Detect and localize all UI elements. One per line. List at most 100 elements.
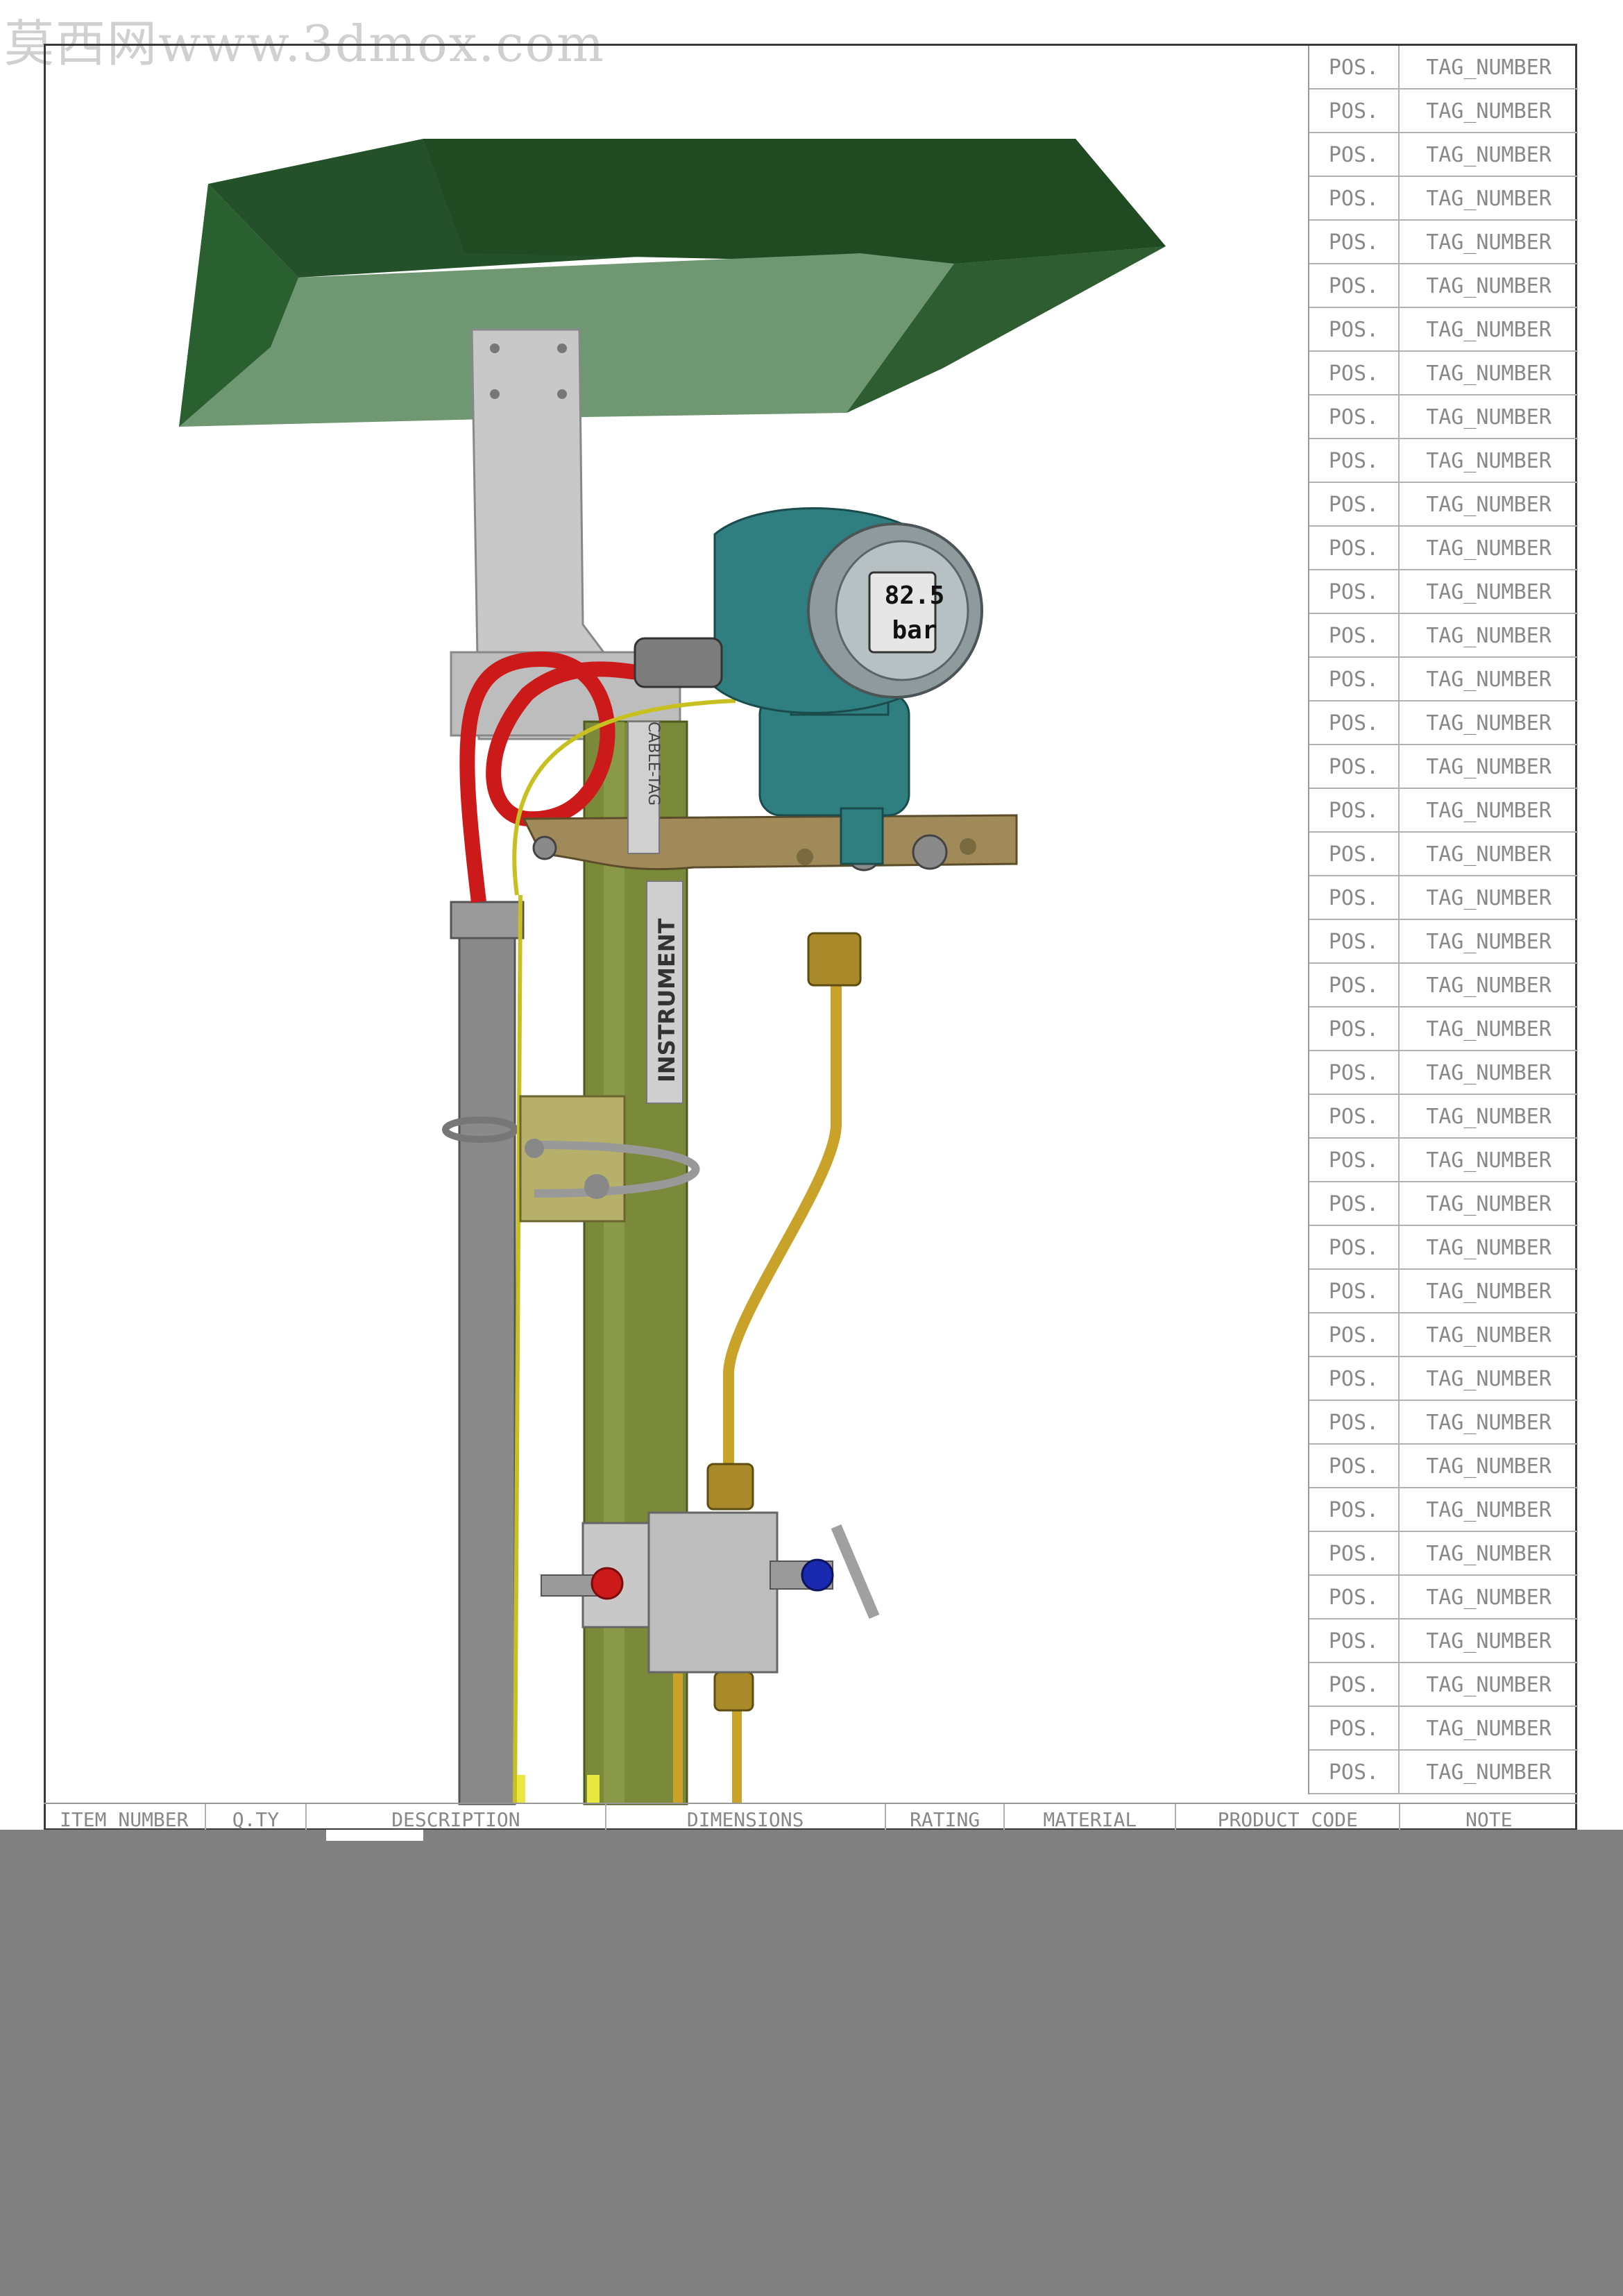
bom-col-item-number: ITEM_NUMBER [44, 1804, 206, 1832]
tag-number-cell: TAG_NUMBER [1426, 1192, 1552, 1216]
tag-row: POS. TAG_NUMBER [1309, 876, 1578, 920]
tag-number-cell: TAG_NUMBER [1426, 1017, 1552, 1041]
tag-number-cell: TAG_NUMBER [1426, 842, 1552, 867]
tag-number-cell: TAG_NUMBER [1426, 1673, 1552, 1697]
bom-col-dimensions: DIMENSIONS [606, 1804, 886, 1832]
tag-row: POS. TAG_NUMBER [1309, 177, 1578, 221]
tag-row: POS. TAG_NUMBER [1309, 745, 1578, 789]
tag-pos-cell: POS. [1309, 1576, 1400, 1618]
tag-row: POS. TAG_NUMBER [1309, 90, 1578, 133]
tag-pos-cell: POS. [1309, 1313, 1400, 1356]
tag-number-cell: TAG_NUMBER [1426, 580, 1552, 604]
tag-row: POS. TAG_NUMBER [1309, 527, 1578, 570]
tag-pos-cell: POS. [1309, 1445, 1400, 1487]
tag-number-cell: TAG_NUMBER [1426, 1105, 1552, 1129]
tag-pos-cell: POS. [1309, 1619, 1400, 1662]
tag-number-cell: TAG_NUMBER [1426, 1236, 1552, 1260]
tag-row: POS. TAG_NUMBER [1309, 1226, 1578, 1270]
tag-pos-cell: POS. [1309, 1663, 1400, 1706]
bom-col-material: MATERIAL [1005, 1804, 1177, 1832]
tag-row: POS. TAG_NUMBER [1309, 833, 1578, 876]
marker-yellow-right [587, 1775, 600, 1803]
tag-row: POS. TAG_NUMBER [1309, 789, 1578, 833]
pole-highlight [604, 722, 624, 1804]
tag-pos-cell: POS. [1309, 1751, 1400, 1793]
tag-pos-cell: POS. [1309, 177, 1400, 219]
tag-row: POS. TAG_NUMBER [1309, 1051, 1578, 1095]
bom-header-row: ITEM_NUMBER Q.TY DESCRIPTION DIMENSIONS … [44, 1803, 1577, 1832]
tag-pos-cell: POS. [1309, 439, 1400, 482]
tag-pos-cell: POS. [1309, 1401, 1400, 1443]
tag-pos-cell: POS. [1309, 90, 1400, 132]
display-value: 82.5 [885, 581, 945, 610]
tag-pos-cell: POS. [1309, 1357, 1400, 1400]
tag-number-cell: TAG_NUMBER [1426, 1498, 1552, 1522]
tag-number-cell: TAG_NUMBER [1426, 711, 1552, 735]
tag-number-cell: TAG_NUMBER [1426, 1323, 1552, 1347]
tag-row: POS. TAG_NUMBER [1309, 1663, 1578, 1707]
tag-row: POS. TAG_NUMBER [1309, 701, 1578, 745]
bom-col-product-code: PRODUCT_CODE [1176, 1804, 1401, 1832]
drawing-sheet: 莫西网www.3dmox.com 82.5 bar CABLE-TAG INST… [0, 0, 1623, 2296]
tag-number-cell: TAG_NUMBER [1426, 1585, 1552, 1610]
tag-pos-cell: POS. [1309, 745, 1400, 788]
tag-row: POS. TAG_NUMBER [1309, 133, 1578, 177]
tag-pos-cell: POS. [1309, 1532, 1400, 1574]
tag-row: POS. TAG_NUMBER [1309, 483, 1578, 527]
tag-row: POS. TAG_NUMBER [1309, 920, 1578, 964]
tag-row: POS. TAG_NUMBER [1309, 264, 1578, 308]
tag-row: POS. TAG_NUMBER [1309, 1139, 1578, 1182]
tag-row: POS. TAG_NUMBER [1309, 964, 1578, 1007]
tag-number-cell: TAG_NUMBER [1426, 362, 1552, 386]
tag-row: POS. TAG_NUMBER [1309, 1007, 1578, 1051]
tag-pos-cell: POS. [1309, 658, 1400, 700]
tag-number-cell: TAG_NUMBER [1426, 624, 1552, 648]
tag-number-cell: TAG_NUMBER [1426, 1411, 1552, 1435]
tag-row: POS. TAG_NUMBER [1309, 46, 1578, 90]
tag-pos-cell: POS. [1309, 789, 1400, 831]
tag-number-cell: TAG_NUMBER [1426, 1717, 1552, 1741]
tag-pos-cell: POS. [1309, 1095, 1400, 1137]
tag-number-cell: TAG_NUMBER [1426, 1454, 1552, 1479]
tag-pos-cell: POS. [1309, 1051, 1400, 1094]
tag-number-cell: TAG_NUMBER [1426, 667, 1552, 692]
tag-number-cell: TAG_NUMBER [1426, 274, 1552, 298]
tag-row: POS. TAG_NUMBER [1309, 1401, 1578, 1445]
tag-pos-cell: POS. [1309, 1007, 1400, 1050]
tag-number-cell: TAG_NUMBER [1426, 143, 1552, 167]
tag-row: POS. TAG_NUMBER [1309, 439, 1578, 483]
tag-pos-cell: POS. [1309, 264, 1400, 307]
tag-row: POS. TAG_NUMBER [1309, 570, 1578, 614]
bom-col-note: NOTE [1465, 1808, 1513, 1831]
impulse-tubing [673, 932, 862, 1804]
tag-row: POS. TAG_NUMBER [1309, 614, 1578, 658]
tag-number-cell: TAG_NUMBER [1426, 536, 1552, 561]
white-notch [326, 1830, 423, 1841]
tag-number-cell: TAG_NUMBER [1426, 1629, 1552, 1653]
tag-pos-cell: POS. [1309, 1226, 1400, 1268]
cable-gland [634, 637, 723, 688]
tag-row: POS. TAG_NUMBER [1309, 1751, 1578, 1794]
cable-conduit [442, 901, 525, 1805]
transmitter-bracket [522, 814, 1018, 871]
tag-pos-cell: POS. [1309, 570, 1400, 613]
tag-pos-cell: POS. [1309, 221, 1400, 263]
tag-row: POS. TAG_NUMBER [1309, 221, 1578, 264]
tag-row: POS. TAG_NUMBER [1309, 1488, 1578, 1532]
tag-row: POS. TAG_NUMBER [1309, 1270, 1578, 1313]
tag-number-cell: TAG_NUMBER [1426, 1367, 1552, 1391]
bom-col-quantity: Q.TY [206, 1804, 307, 1832]
tag-pos-cell: POS. [1309, 1270, 1400, 1312]
tag-pos-cell: POS. [1309, 833, 1400, 875]
tag-pos-cell: POS. [1309, 46, 1400, 88]
bom-col-description: DESCRIPTION [307, 1804, 606, 1832]
tag-pos-cell: POS. [1309, 1182, 1400, 1225]
marker-yellow-left [517, 1775, 525, 1803]
tag-number-cell: TAG_NUMBER [1426, 1148, 1552, 1173]
cable-tag-label: CABLE-TAG [645, 722, 662, 806]
tag-pos-cell: POS. [1309, 964, 1400, 1006]
tag-row: POS. TAG_NUMBER [1309, 1619, 1578, 1663]
tag-number-cell: TAG_NUMBER [1426, 1061, 1552, 1085]
tag-pos-cell: POS. [1309, 701, 1400, 744]
tag-number-cell: TAG_NUMBER [1426, 318, 1552, 342]
